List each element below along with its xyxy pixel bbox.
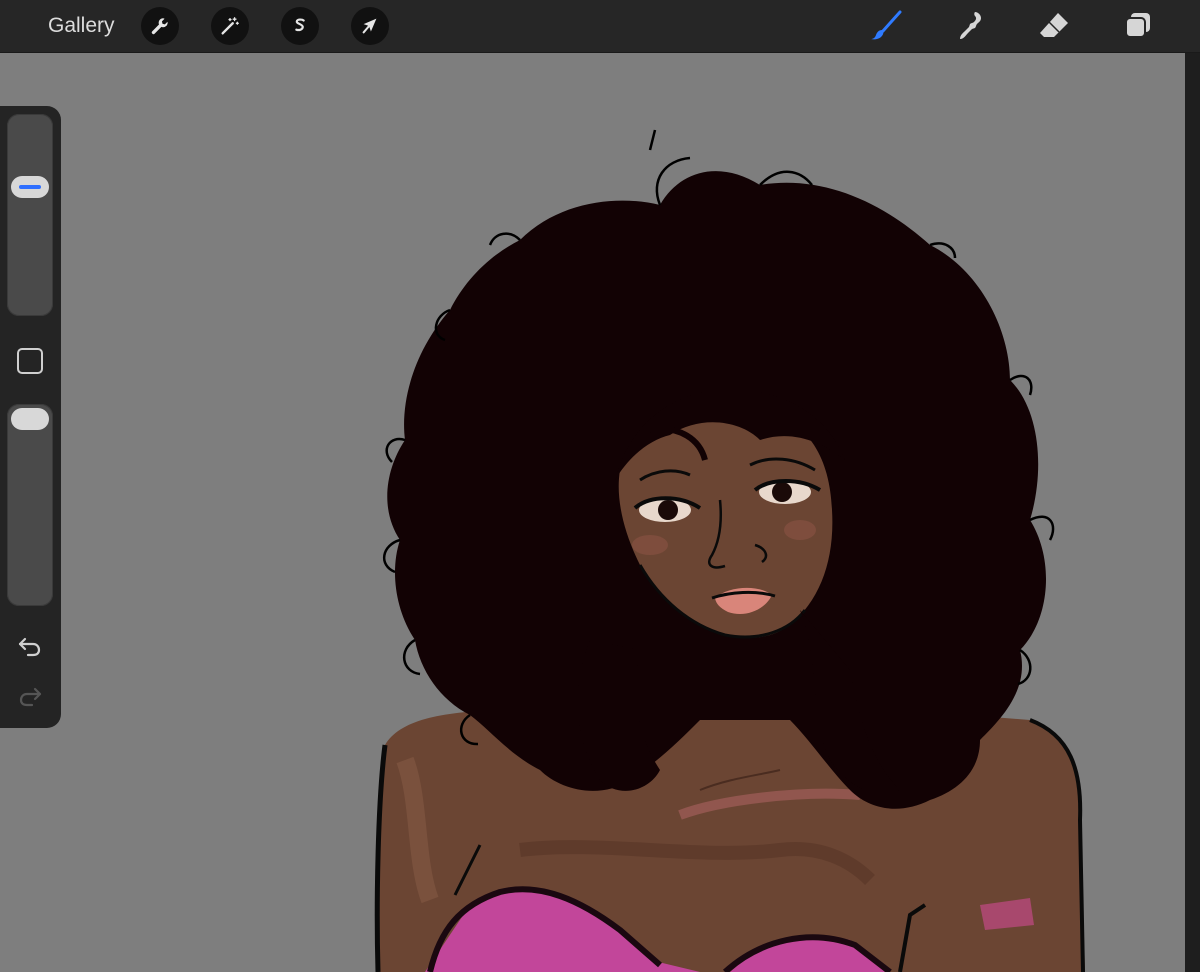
layers-button[interactable] xyxy=(1118,6,1158,46)
adjustments-button[interactable] xyxy=(211,7,249,45)
selection-s-icon xyxy=(295,18,305,32)
redo-icon xyxy=(19,687,42,707)
modify-button[interactable] xyxy=(17,348,43,374)
eraser-tool-button[interactable] xyxy=(1034,6,1074,46)
redo-button[interactable] xyxy=(14,682,46,710)
arrow-icon xyxy=(362,18,377,34)
left-sidebar xyxy=(0,106,61,728)
brush-icon xyxy=(871,10,902,40)
gallery-button[interactable]: Gallery xyxy=(40,10,123,42)
transform-button[interactable] xyxy=(351,7,389,45)
smudge-tool-button[interactable] xyxy=(950,6,990,46)
eraser-icon xyxy=(1040,13,1068,37)
canvas-edge xyxy=(1185,52,1200,972)
opacity-thumb[interactable] xyxy=(11,408,49,430)
undo-icon xyxy=(18,637,41,657)
top-toolbar: Gallery xyxy=(0,0,1200,52)
size-indicator-line xyxy=(19,185,41,190)
smudge-icon xyxy=(960,12,981,39)
brush-size-slider[interactable] xyxy=(7,114,53,316)
selection-button[interactable] xyxy=(281,7,319,45)
layers-icon xyxy=(1125,13,1150,38)
brush-size-thumb[interactable] xyxy=(11,176,49,199)
undo-button[interactable] xyxy=(14,632,46,660)
artwork-illustration xyxy=(374,129,1085,972)
opacity-slider[interactable] xyxy=(7,404,53,606)
brush-tool-button[interactable] xyxy=(866,6,906,46)
actions-button[interactable] xyxy=(141,7,179,45)
wrench-icon xyxy=(151,18,168,35)
magic-wand-icon xyxy=(221,17,239,35)
drawing-canvas[interactable] xyxy=(0,52,1185,972)
procreate-app: Gallery xyxy=(0,0,1200,972)
